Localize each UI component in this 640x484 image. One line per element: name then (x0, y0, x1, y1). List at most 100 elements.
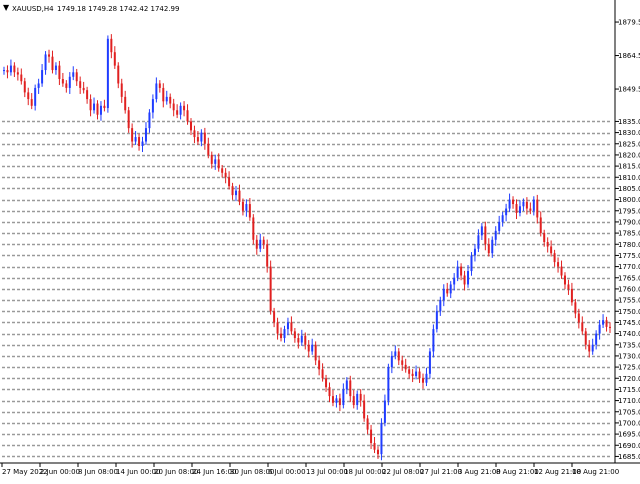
candle-body (252, 217, 255, 240)
candle-body (286, 322, 289, 330)
candle-body (470, 255, 473, 272)
candle-body (259, 239, 262, 249)
candle-body (411, 373, 414, 377)
candle-body (446, 288, 449, 294)
candle-body (453, 277, 456, 285)
candle-body (44, 54, 47, 71)
candle-body (383, 400, 386, 423)
candle-body (373, 443, 376, 450)
candle-body (276, 322, 279, 334)
price-tick-label: 1830.00 (618, 129, 640, 137)
candle-body (505, 208, 508, 216)
candle-body (293, 331, 296, 339)
candle-body (598, 324, 601, 334)
candle-body (65, 83, 68, 88)
candle-body (155, 83, 158, 100)
symbol-label: XAUUSD,H4 (12, 5, 54, 13)
candle-body (23, 81, 26, 93)
price-tick-label: 1810.00 (618, 174, 640, 182)
price-tick-label: 1835.00 (618, 118, 640, 126)
price-tick-label: 1760.00 (618, 285, 640, 293)
candle-body (331, 396, 334, 403)
chart-canvas: 1879.50 1864.50 1849.50 1835.00 1830.00 1825.… (0, 0, 640, 480)
candle-body (248, 204, 251, 218)
candle-body (151, 99, 154, 113)
candle-body (214, 159, 217, 164)
candle-body (314, 344, 317, 361)
candle-body (54, 65, 57, 71)
candle-body (183, 105, 186, 111)
candle-body (345, 380, 348, 390)
price-tick-label: 1690.00 (618, 442, 640, 450)
candle-body (48, 54, 51, 57)
candle-body (515, 204, 518, 213)
price-tick-label: 1780.00 (618, 241, 640, 249)
price-tick-label: 1790.00 (618, 218, 640, 226)
price-chart[interactable]: 1879.50 1864.50 1849.50 1835.00 1830.00 1825.… (0, 0, 640, 480)
candle-body (6, 70, 9, 73)
candle-body (557, 262, 560, 267)
candle-body (138, 137, 141, 146)
candle-body (210, 154, 213, 164)
price-tick-label: 1695.00 (618, 431, 640, 439)
chart-menu-arrow-icon[interactable]: ▼ (3, 3, 10, 12)
candle-body (3, 70, 5, 72)
candle-body (570, 288, 573, 303)
price-tick-label: 1705.00 (618, 408, 640, 416)
candle-body (141, 141, 144, 146)
candle-body (363, 400, 366, 419)
price-tick-label: 1725.00 (618, 364, 640, 372)
candle-body (165, 96, 168, 102)
candle-body (563, 275, 566, 285)
candle-body (356, 393, 359, 406)
price-tick-label: 1815.00 (618, 163, 640, 171)
candle-body (387, 367, 390, 401)
candle-body (487, 244, 490, 254)
candle-body (449, 284, 452, 294)
candle-body (217, 159, 220, 169)
candle-body (68, 76, 71, 88)
candle-body (13, 65, 16, 73)
candle-body (300, 335, 303, 343)
candle (269, 260, 272, 315)
candle-body (460, 266, 463, 276)
candle-body (352, 396, 355, 406)
candle-body (41, 70, 44, 84)
candle-body (577, 313, 580, 323)
candle-body (117, 65, 120, 84)
time-tick-label: 8 Jun 08:00 (78, 468, 118, 476)
candle-body (99, 105, 102, 115)
candle-body (508, 199, 511, 209)
candle-body (494, 230, 497, 240)
candle-body (376, 449, 379, 455)
candle-body (325, 378, 328, 388)
price-tick-label: 1715.00 (618, 386, 640, 394)
candle-body (404, 364, 407, 370)
candle-body (113, 52, 116, 66)
candle-body (418, 371, 421, 379)
candle-body (522, 201, 525, 207)
time-tick-label: 13 Jul 00:00 (306, 468, 348, 476)
time-tick-label: 18 Aug 21:00 (572, 468, 619, 476)
candle-body (169, 96, 172, 104)
candle-body (93, 103, 96, 111)
candle-body (539, 217, 542, 234)
candle-body (390, 355, 393, 368)
candle-body (207, 143, 210, 155)
candle-body (370, 429, 373, 444)
candle-body (72, 72, 75, 77)
candle-body (255, 239, 258, 249)
chart-header: ▼ XAUUSD,H4 1749.18 1749.28 1742.42 1742… (3, 3, 179, 13)
candle-body (82, 87, 85, 91)
candle-body (518, 206, 521, 213)
candle-body (30, 99, 33, 106)
candle-body (86, 90, 89, 100)
candle-body (529, 208, 532, 211)
time-tick-label: 2 Jun 00:00 (40, 468, 80, 476)
price-tick-label: 1785.00 (618, 230, 640, 238)
candle-body (321, 369, 324, 379)
candle-body (158, 83, 161, 88)
candle-body (338, 398, 341, 406)
candle-body (266, 244, 269, 267)
candle-body (567, 284, 570, 289)
